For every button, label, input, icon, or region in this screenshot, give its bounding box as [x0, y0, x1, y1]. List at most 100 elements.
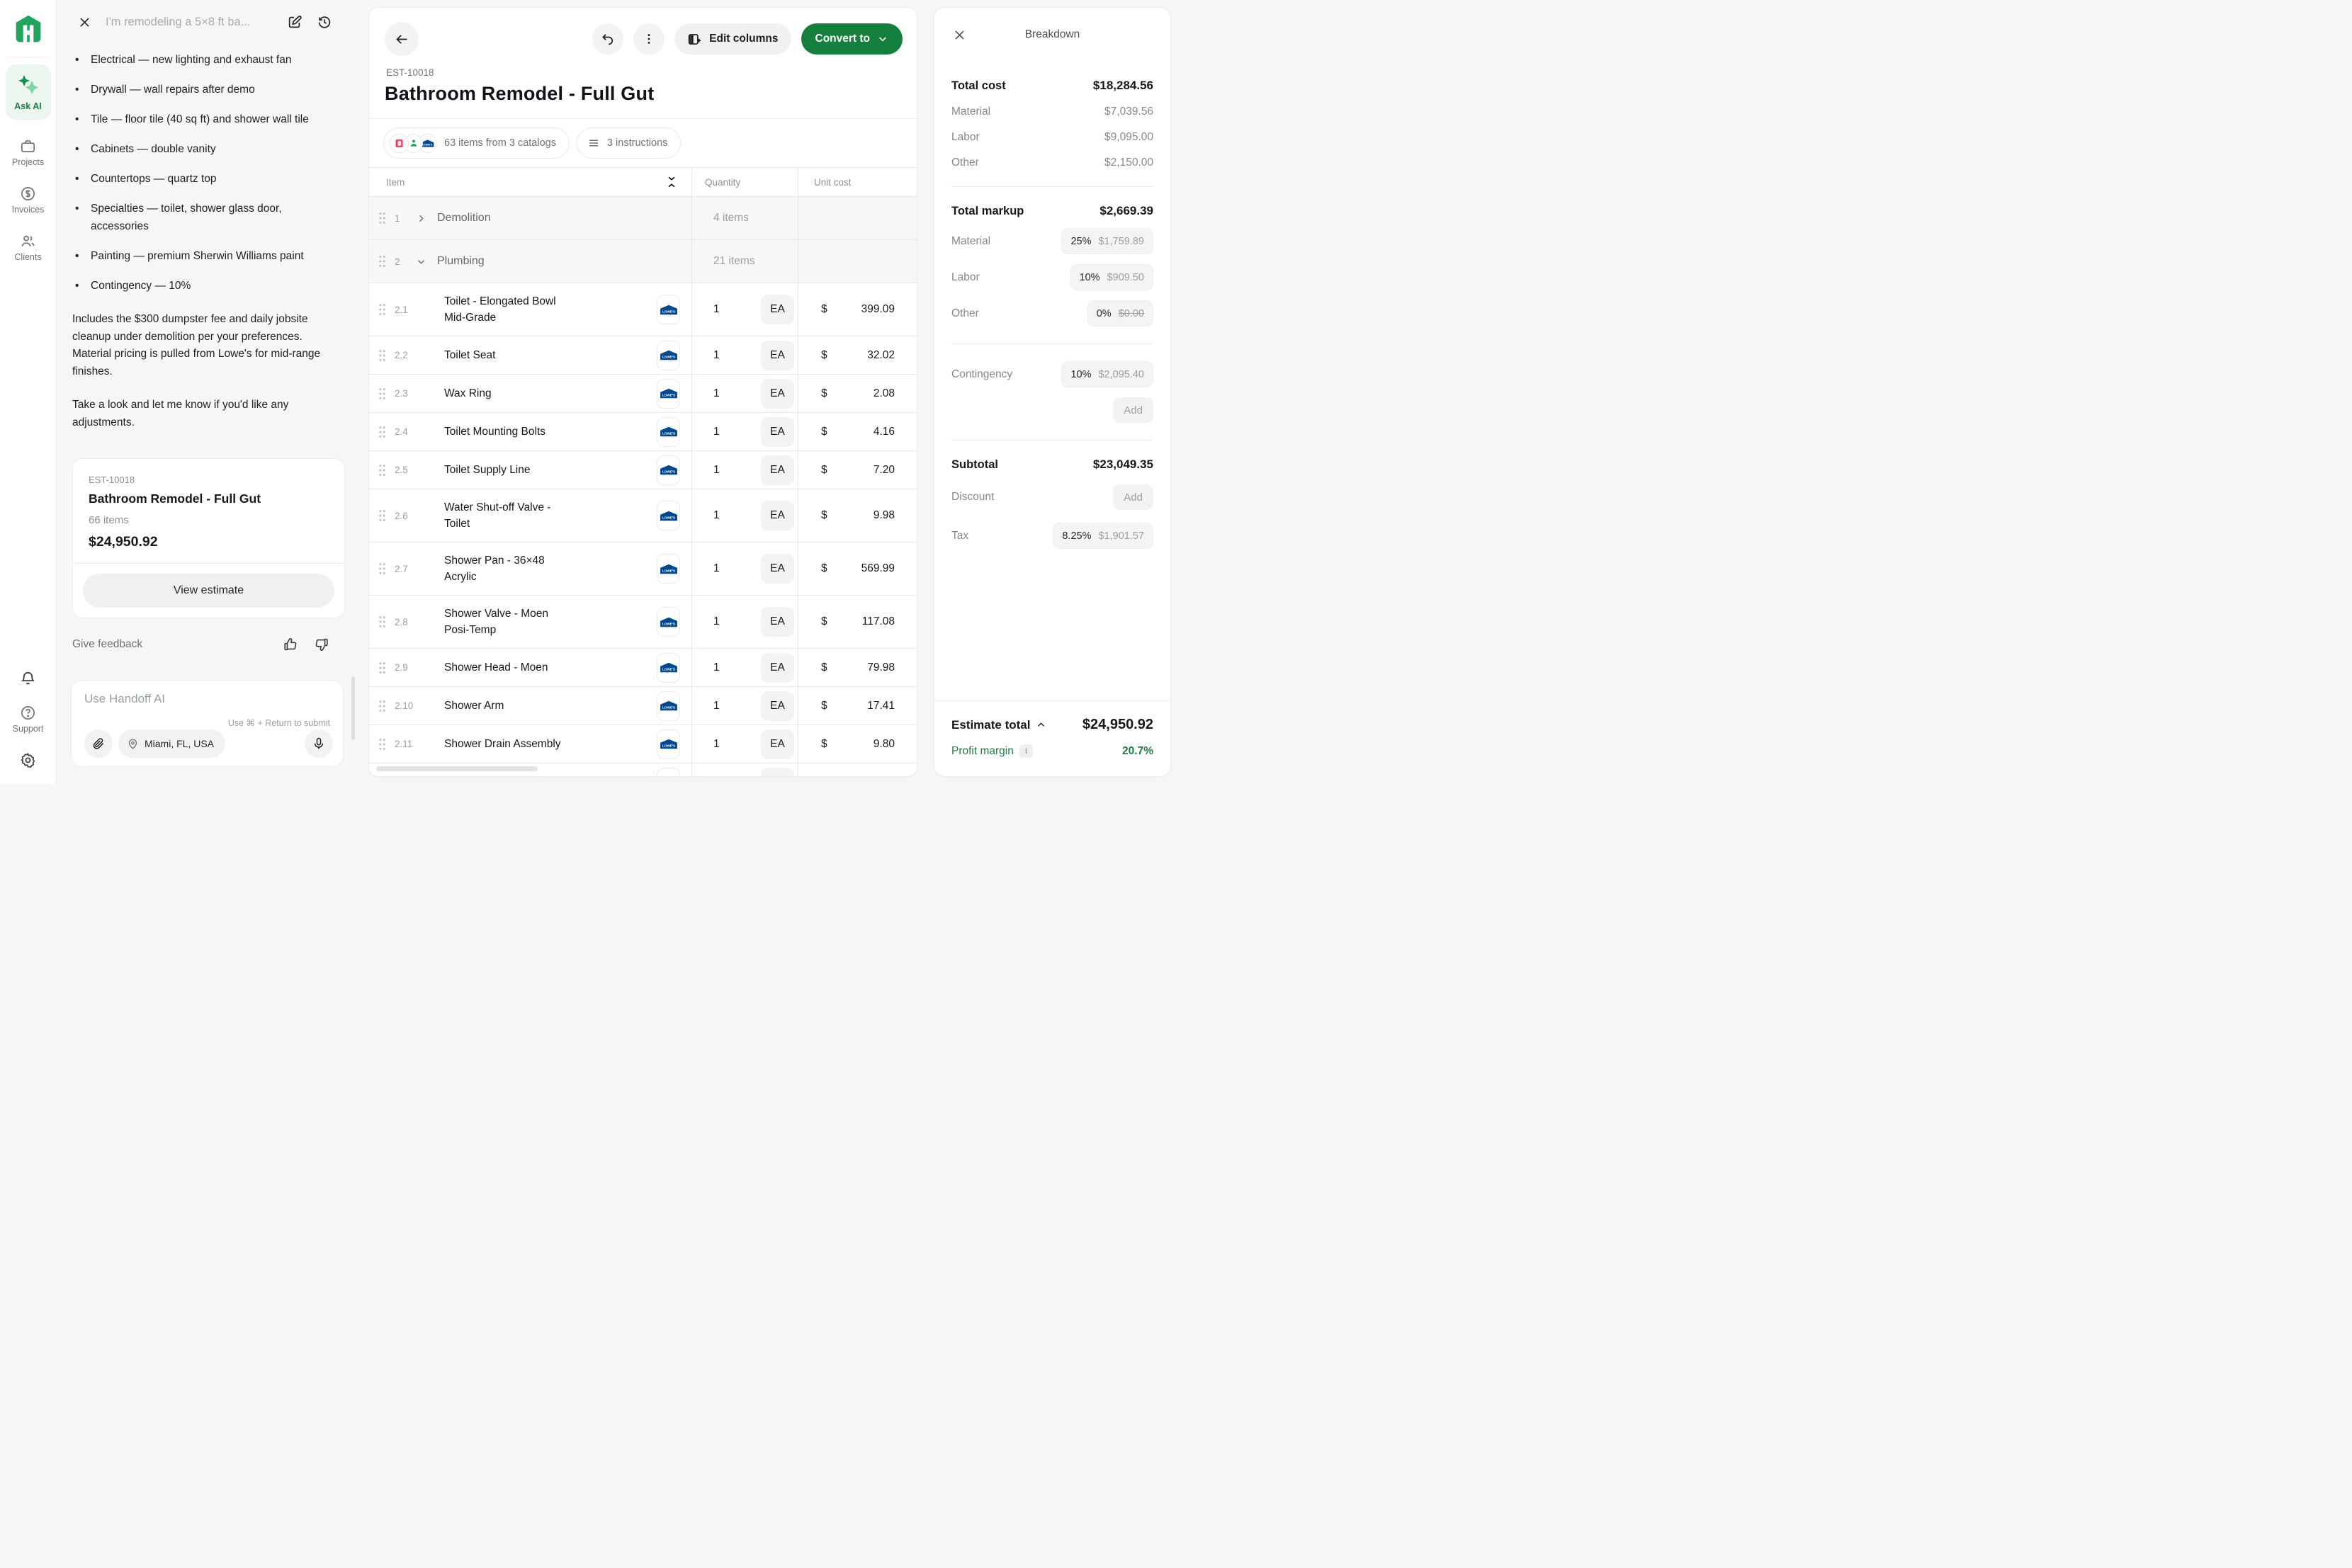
sidebar-item-clients[interactable]: Clients	[14, 233, 41, 262]
item-row-2.10[interactable]: 2.10Shower ArmLOWE'S1EA$17.41	[369, 687, 917, 725]
discount-add-button[interactable]: Add	[1113, 484, 1153, 510]
item-quantity[interactable]: 1	[692, 700, 720, 712]
item-quantity[interactable]: 1	[692, 464, 720, 477]
item-row-2.4[interactable]: 2.4Toilet Mounting BoltsLOWE'S1EA$4.16	[369, 413, 917, 451]
vendor-badge[interactable]: LOWE'S	[657, 379, 680, 409]
item-unit-cost[interactable]: 569.99	[861, 562, 895, 575]
vendor-badge[interactable]: LOWE'S	[657, 341, 680, 370]
unit-chip[interactable]: EA	[761, 417, 794, 447]
drag-handle[interactable]	[378, 463, 389, 477]
drag-handle[interactable]	[378, 348, 389, 363]
edit-columns-button[interactable]: Edit columns	[674, 23, 791, 55]
chat-history-button[interactable]	[317, 14, 332, 30]
item-name[interactable]: Toilet Mounting Bolts	[444, 414, 545, 450]
item-name[interactable]: Shower Drain Assembly	[444, 726, 561, 762]
item-name[interactable]: Shower Valve - Moen Posi-Temp	[444, 596, 572, 648]
item-row-2.2[interactable]: 2.2Toilet SeatLOWE'S1EA$32.02	[369, 336, 917, 375]
unit-chip[interactable]: EA	[761, 455, 794, 485]
item-unit-cost[interactable]: 9.98	[873, 509, 895, 522]
item-quantity[interactable]: 1	[692, 776, 720, 778]
markup-material-chip[interactable]: 25% $1,759.89	[1061, 228, 1153, 254]
collapse-all-icon[interactable]	[666, 176, 677, 188]
more-options-button[interactable]	[633, 23, 665, 55]
chat-close-button[interactable]	[78, 16, 91, 29]
convert-to-button[interactable]: Convert to	[801, 23, 903, 55]
item-row-2.7[interactable]: 2.7Shower Pan - 36×48 AcrylicLOWE'S1EA$5…	[369, 542, 917, 596]
vendor-badge[interactable]: LOWE'S	[657, 729, 680, 759]
sidebar-item-support[interactable]: Support	[13, 705, 44, 734]
group-row-plumbing[interactable]: 2Plumbing21 items	[369, 240, 917, 283]
column-quantity[interactable]: Quantity	[691, 168, 798, 196]
item-unit-cost[interactable]: 79.98	[867, 661, 895, 674]
contingency-add-button[interactable]: Add	[1113, 397, 1153, 423]
item-quantity[interactable]: 1	[692, 509, 720, 522]
item-quantity[interactable]: 1	[692, 349, 720, 362]
unit-chip[interactable]: EA	[761, 501, 794, 530]
unit-chip[interactable]: EA	[761, 379, 794, 409]
contingency-chip[interactable]: 10% $2,095.40	[1061, 361, 1153, 387]
vendor-badge[interactable]: LOWE'S	[657, 455, 680, 485]
item-row-2.9[interactable]: 2.9Shower Head - MoenLOWE'S1EA$79.98	[369, 649, 917, 687]
item-name[interactable]: Shower Head - Moen	[444, 649, 548, 686]
item-quantity[interactable]: 1	[692, 387, 720, 400]
drag-handle[interactable]	[378, 737, 389, 751]
handoff-logo[interactable]	[12, 13, 45, 45]
composer-input[interactable]: Use Handoff AI	[84, 692, 333, 706]
breakdown-close-button[interactable]	[953, 28, 966, 42]
unit-chip[interactable]: EA	[761, 554, 794, 584]
drag-handle[interactable]	[378, 254, 389, 268]
item-row-2.11[interactable]: 2.11Shower Drain AssemblyLOWE'S1EA$9.80	[369, 725, 917, 763]
unit-chip[interactable]: EA	[761, 607, 794, 637]
drag-handle[interactable]	[378, 562, 389, 576]
sidebar-item-ask-ai[interactable]: Ask AI	[6, 64, 51, 120]
item-name[interactable]: Water Shut-off Valve - Toilet	[444, 489, 572, 542]
unit-chip[interactable]: EA	[761, 691, 794, 721]
drag-handle[interactable]	[378, 699, 389, 713]
info-icon[interactable]: i	[1019, 744, 1033, 758]
thumbs-up-button[interactable]	[283, 637, 298, 652]
sidebar-item-projects[interactable]: Projects	[12, 138, 44, 167]
vendor-badge[interactable]: LOWE'S	[657, 691, 680, 721]
drag-handle[interactable]	[378, 615, 389, 629]
chat-thread-title[interactable]: I'm remodeling a 5×8 ft ba...	[106, 16, 273, 29]
vendor-badge[interactable]: LOWE'S	[657, 554, 680, 584]
new-chat-button[interactable]	[287, 14, 303, 30]
drag-handle[interactable]	[378, 302, 389, 317]
vendor-badge[interactable]: LOWE'S	[657, 295, 680, 324]
view-estimate-button[interactable]: View estimate	[83, 574, 334, 608]
drag-handle[interactable]	[378, 425, 389, 439]
sidebar-item-invoices[interactable]: Invoices	[12, 186, 45, 215]
drag-handle[interactable]	[378, 776, 389, 778]
item-unit-cost[interactable]: 9.80	[873, 738, 895, 751]
item-name[interactable]: Shower Pan - 36×48 Acrylic	[444, 542, 572, 595]
vendor-badge[interactable]: LOWE'S	[657, 653, 680, 683]
drag-handle[interactable]	[378, 661, 389, 675]
item-unit-cost[interactable]: 32.02	[867, 349, 895, 362]
unit-chip[interactable]: EA	[761, 653, 794, 683]
back-button[interactable]	[385, 22, 419, 56]
item-unit-cost[interactable]: 399.09	[861, 303, 895, 316]
estimate-total-toggle[interactable]: Estimate total	[951, 718, 1046, 732]
markup-labor-chip[interactable]: 10% $909.50	[1070, 264, 1153, 290]
group-toggle[interactable]	[416, 213, 437, 224]
unit-chip[interactable]: EA	[761, 768, 794, 778]
undo-button[interactable]	[592, 23, 623, 55]
tax-chip[interactable]: 8.25% $1,901.57	[1053, 523, 1153, 549]
thumbs-down-button[interactable]	[314, 637, 329, 652]
settings-button[interactable]	[20, 752, 36, 768]
unit-chip[interactable]: EA	[761, 729, 794, 759]
vendor-badge[interactable]: LOWE'S	[657, 501, 680, 530]
item-name[interactable]: Toilet Supply Line	[444, 452, 531, 488]
item-quantity[interactable]: 1	[692, 738, 720, 751]
location-chip[interactable]: Miami, FL, USA	[118, 729, 225, 758]
catalogs-badge[interactable]: LOWE'S 63 items from 3 catalogs	[383, 127, 570, 159]
item-name[interactable]: Toilet Seat	[444, 337, 495, 373]
unit-chip[interactable]: EA	[761, 295, 794, 324]
drag-handle[interactable]	[378, 387, 389, 401]
item-row-2.3[interactable]: 2.3Wax RingLOWE'S1EA$2.08	[369, 375, 917, 413]
item-quantity[interactable]: 1	[692, 661, 720, 674]
item-quantity[interactable]: 1	[692, 426, 720, 438]
chat-scrollbar[interactable]	[351, 676, 355, 740]
vendor-badge[interactable]: LOWE'S	[657, 768, 680, 778]
item-row-2.8[interactable]: 2.8Shower Valve - Moen Posi-TempLOWE'S1E…	[369, 596, 917, 649]
